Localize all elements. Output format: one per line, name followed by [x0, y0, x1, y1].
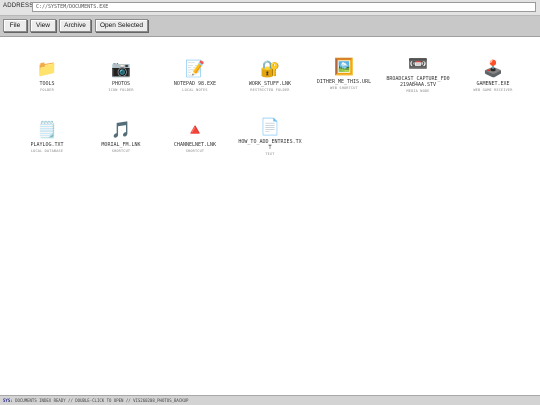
status-text: DOCUMENTS INDEX READY // DOUBLE-CLICK TO…	[15, 398, 189, 403]
toolbar: File View Archive Open Selected	[0, 16, 540, 37]
file-item-playlog[interactable]: 🗒️ PLAYLOG.TXT LOCAL DATABASE	[15, 120, 79, 154]
file-item-work-stuff[interactable]: 🔐 WORK_STUFF.LNK RESTRICTED FOLDER	[238, 59, 302, 93]
file-name: WORK_STUFF.LNK	[248, 81, 292, 87]
music-note-icon: 🎵	[111, 120, 131, 139]
file-button[interactable]: File	[3, 19, 27, 32]
document-icon: 📄	[260, 117, 280, 136]
file-item-photos[interactable]: 📷 PHOTOS ICON FOLDER	[89, 59, 153, 93]
address-bar: ADDRESS C://SYSTEM/DOCUMENTS.EXE	[0, 0, 540, 16]
address-label: ADDRESS	[3, 3, 34, 9]
file-name: NOTEPAD 98.EXE	[173, 81, 217, 87]
file-name: PHOTOS	[111, 81, 131, 87]
file-item-how-to-add-entries[interactable]: 📄 HOW_TO_ADD_ENTRIES.TXT TEXT	[238, 117, 302, 157]
file-type: SHORTCUT	[111, 149, 131, 153]
camera-icon: 📷	[111, 59, 131, 78]
archive-button[interactable]: Archive	[59, 19, 91, 32]
file-item-broadcast-capture[interactable]: 📼 BROADCAST_CAPTURE_FD0219AB4AA.STV MEDI…	[386, 54, 450, 94]
file-type: RESTRICTED FOLDER	[250, 88, 290, 92]
picture-icon: 🖼️	[334, 57, 354, 76]
file-item-channelnet[interactable]: 🔺 CHANNELNET.LNK SHORTCUT	[163, 120, 227, 154]
file-type: WEB GAME RECEIVER	[473, 88, 513, 92]
triangle-icon: 🔺	[185, 120, 205, 139]
file-name: GAMENET.EXE	[476, 81, 510, 87]
file-grid: 📁 TOOLS FOLDER 📷 PHOTOS ICON FOLDER 📝 NO…	[0, 37, 540, 395]
file-type: TEXT	[265, 152, 275, 156]
file-type: SHORTCUT	[185, 149, 205, 153]
file-type: WEB SHORTCUT	[330, 86, 358, 90]
status-bar: SYS: DOCUMENTS INDEX READY // DOUBLE-CLI…	[0, 395, 540, 405]
file-item-morial-fm[interactable]: 🎵 MORIAL_FM.LNK SHORTCUT	[89, 120, 153, 154]
lock-icon: 🔐	[260, 59, 280, 78]
file-item-notepad[interactable]: 📝 NOTEPAD 98.EXE LOCAL NOTES	[163, 59, 227, 93]
status-prefix: SYS:	[3, 398, 13, 403]
file-item-tools[interactable]: 📁 TOOLS FOLDER	[15, 59, 79, 93]
view-button[interactable]: View	[30, 19, 56, 32]
file-item-dither-me-this[interactable]: 🖼️ DITHER_ME_THIS.URL WEB SHORTCUT	[312, 57, 376, 91]
joystick-icon: 🕹️	[483, 59, 503, 78]
videotape-icon: 📼	[408, 54, 428, 73]
open-selected-button[interactable]: Open Selected	[95, 19, 148, 32]
file-type: LOCAL DATABASE	[30, 149, 64, 153]
file-name: CHANNELNET.LNK	[173, 142, 217, 148]
notepad-icon: 📝	[185, 59, 205, 78]
file-type: ICON FOLDER	[108, 88, 134, 92]
address-input[interactable]: C://SYSTEM/DOCUMENTS.EXE	[32, 2, 536, 12]
log-icon: 🗒️	[37, 120, 57, 139]
file-name: MORIAL_FM.LNK	[101, 142, 141, 148]
folder-icon: 📁	[37, 59, 57, 78]
file-name: BROADCAST_CAPTURE_FD0219AB4AA.STV	[386, 76, 450, 88]
file-name: DITHER_ME_THIS.URL	[316, 79, 372, 85]
file-name: TOOLS	[39, 81, 55, 87]
file-name: HOW_TO_ADD_ENTRIES.TXT	[238, 139, 302, 151]
file-item-gamenet[interactable]: 🕹️ GAMENET.EXE WEB GAME RECEIVER	[461, 59, 525, 93]
file-type: FOLDER	[40, 88, 54, 92]
file-name: PLAYLOG.TXT	[30, 142, 64, 148]
file-type: MEDIA NODE	[406, 89, 430, 93]
file-type: LOCAL NOTES	[182, 88, 208, 92]
